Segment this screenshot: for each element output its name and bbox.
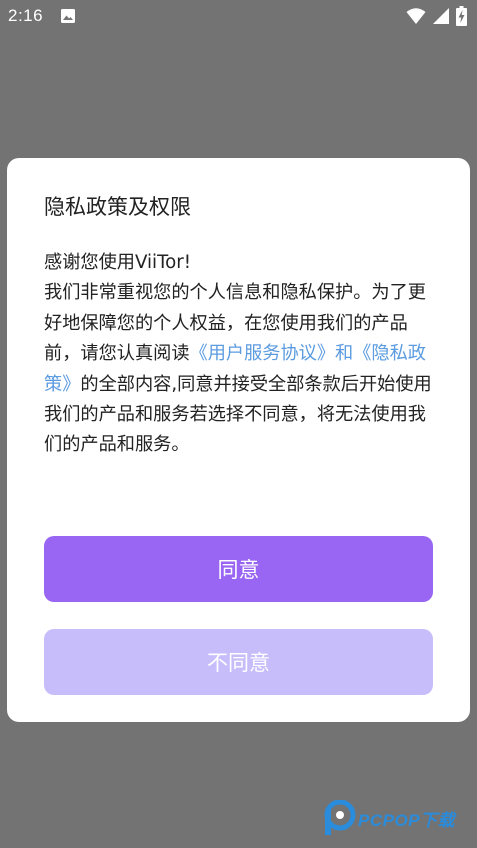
agree-button[interactable]: 同意	[44, 536, 433, 602]
user-agreement-link[interactable]: 《用户服务协议》	[190, 343, 336, 364]
status-icons	[406, 6, 467, 26]
watermark: PCPOP下载	[322, 800, 455, 836]
wifi-icon	[406, 8, 426, 24]
signal-icon	[433, 8, 449, 24]
disagree-button[interactable]: 不同意	[44, 629, 433, 695]
watermark-text: PCPOP下载	[358, 810, 456, 830]
battery-charging-icon	[456, 6, 467, 26]
conjunction-text: 和	[335, 343, 354, 365]
status-time: 2:16	[8, 6, 44, 25]
greeting-text: 感谢您使用ViiTor!	[44, 252, 191, 273]
policy-text-part2: 的全部内容,同意并接受全部条款后开始使用我们的产品和服务若选择不同意，将无法使用…	[44, 373, 432, 456]
pcpop-logo-icon	[324, 800, 356, 835]
dialog-body: 感谢您使用ViiTor! 我们非常重视您的个人信息和隐私保护。为了更好地保障您的…	[44, 248, 436, 461]
dialog-title: 隐私政策及权限	[44, 195, 191, 219]
status-bar: 2:16	[0, 0, 477, 34]
policy-text: 我们非常重视您的个人信息和隐私保护。为了更好地保障您的个人权益，在您使用我们的产…	[44, 278, 436, 460]
image-icon	[61, 9, 75, 23]
privacy-dialog: 隐私政策及权限 感谢您使用ViiTor! 我们非常重视您的个人信息和隐私保护。为…	[7, 158, 470, 722]
